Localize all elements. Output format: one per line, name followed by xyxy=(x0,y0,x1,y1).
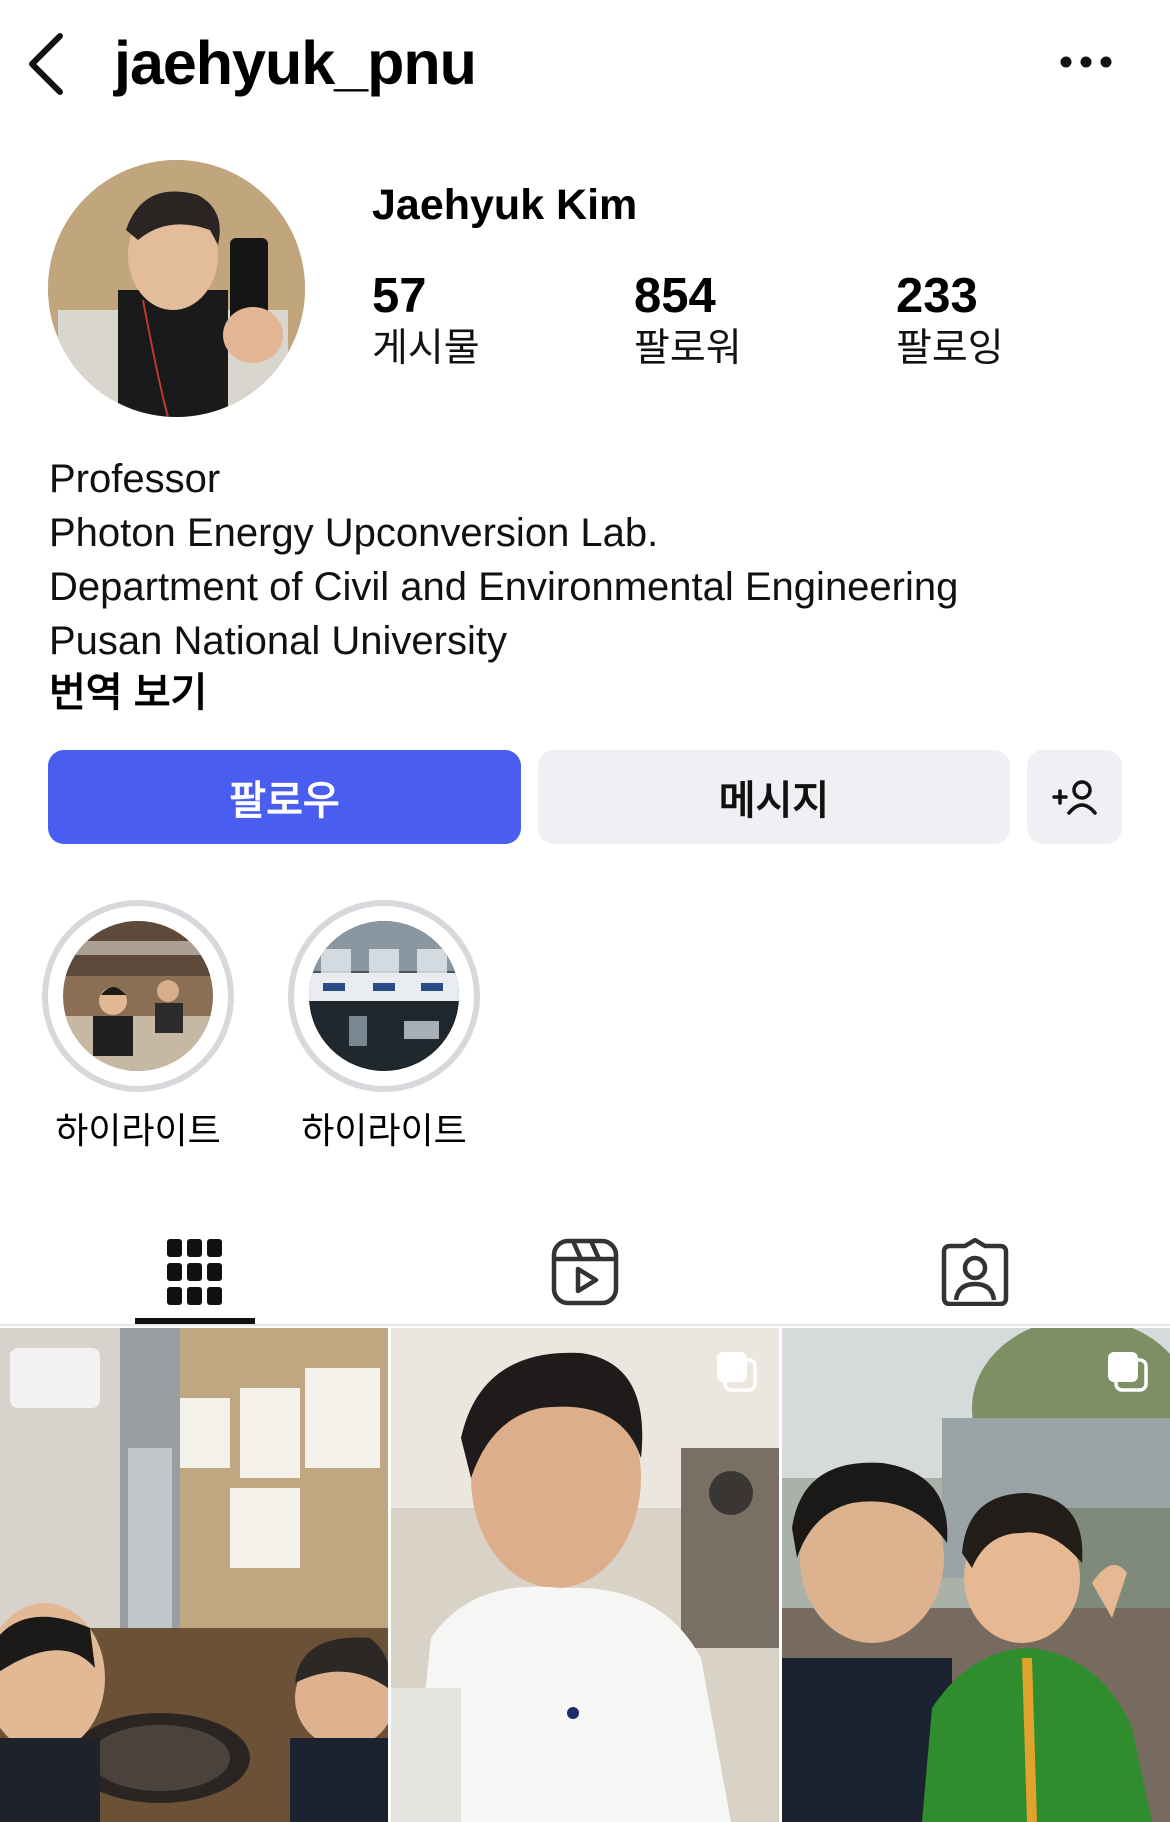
stat-followers[interactable]: 854 팔로워 xyxy=(634,268,834,374)
stat-followers-label: 팔로워 xyxy=(634,327,742,370)
more-options-button[interactable] xyxy=(1056,40,1116,85)
tab-reels[interactable] xyxy=(483,1218,687,1326)
post-thumbnail[interactable] xyxy=(391,1328,779,1822)
grid-icon xyxy=(167,1239,222,1305)
highlight-cover xyxy=(309,921,459,1071)
tab-posts-grid[interactable] xyxy=(93,1218,297,1326)
stat-following-count: 233 xyxy=(896,269,978,323)
profile-avatar[interactable] xyxy=(48,160,305,417)
stat-posts[interactable]: 57 게시물 xyxy=(372,268,572,374)
highlight-ring xyxy=(42,900,234,1092)
highlight-ring xyxy=(288,900,480,1092)
multiple-photos-icon xyxy=(1108,1352,1148,1392)
ellipsis-icon xyxy=(1060,56,1112,68)
stat-followers-count: 854 xyxy=(634,269,716,323)
profile-username: jaehyuk_pnu xyxy=(114,29,477,97)
post-thumbnail[interactable] xyxy=(782,1328,1170,1822)
tagged-user-icon xyxy=(941,1238,1009,1306)
multiple-photos-icon xyxy=(717,1352,757,1392)
suggested-users-button[interactable] xyxy=(1027,750,1122,844)
stat-following[interactable]: 233 팔로잉 xyxy=(896,268,1096,374)
bio-line: Department of Civil and Environmental En… xyxy=(49,565,959,609)
highlight-cover xyxy=(63,921,213,1071)
stat-posts-label: 게시물 xyxy=(372,327,480,370)
highlight-label: 하이라이트 xyxy=(301,1110,467,1151)
post-image xyxy=(391,1328,779,1822)
back-button[interactable] xyxy=(22,28,72,98)
post-image xyxy=(782,1328,1170,1822)
reels-icon xyxy=(551,1238,619,1306)
post-image xyxy=(0,1328,388,1822)
profile-bio: Professor Photon Energy Upconversion Lab… xyxy=(49,452,958,668)
story-highlight[interactable]: 하이라이트 xyxy=(288,900,480,1154)
story-highlight[interactable]: 하이라이트 xyxy=(42,900,234,1154)
stat-following-label: 팔로잉 xyxy=(896,327,1004,370)
bio-line: Pusan National University xyxy=(49,619,507,663)
avatar-photo xyxy=(48,160,305,417)
stat-posts-count: 57 xyxy=(372,269,427,323)
bio-line: Professor xyxy=(49,457,221,501)
follow-button[interactable]: 팔로우 xyxy=(48,750,521,844)
display-name: Jaehyuk Kim xyxy=(372,181,638,229)
message-button[interactable]: 메시지 xyxy=(538,750,1010,844)
tabs-divider xyxy=(0,1324,1170,1326)
tab-tagged[interactable] xyxy=(873,1218,1077,1326)
chevron-left-icon xyxy=(29,33,63,95)
post-thumbnail[interactable] xyxy=(0,1328,388,1822)
see-translation-link[interactable]: 번역 보기 xyxy=(49,666,207,720)
highlight-label: 하이라이트 xyxy=(55,1110,221,1151)
bio-line: Photon Energy Upconversion Lab. xyxy=(49,511,659,555)
add-person-icon xyxy=(1051,780,1097,815)
